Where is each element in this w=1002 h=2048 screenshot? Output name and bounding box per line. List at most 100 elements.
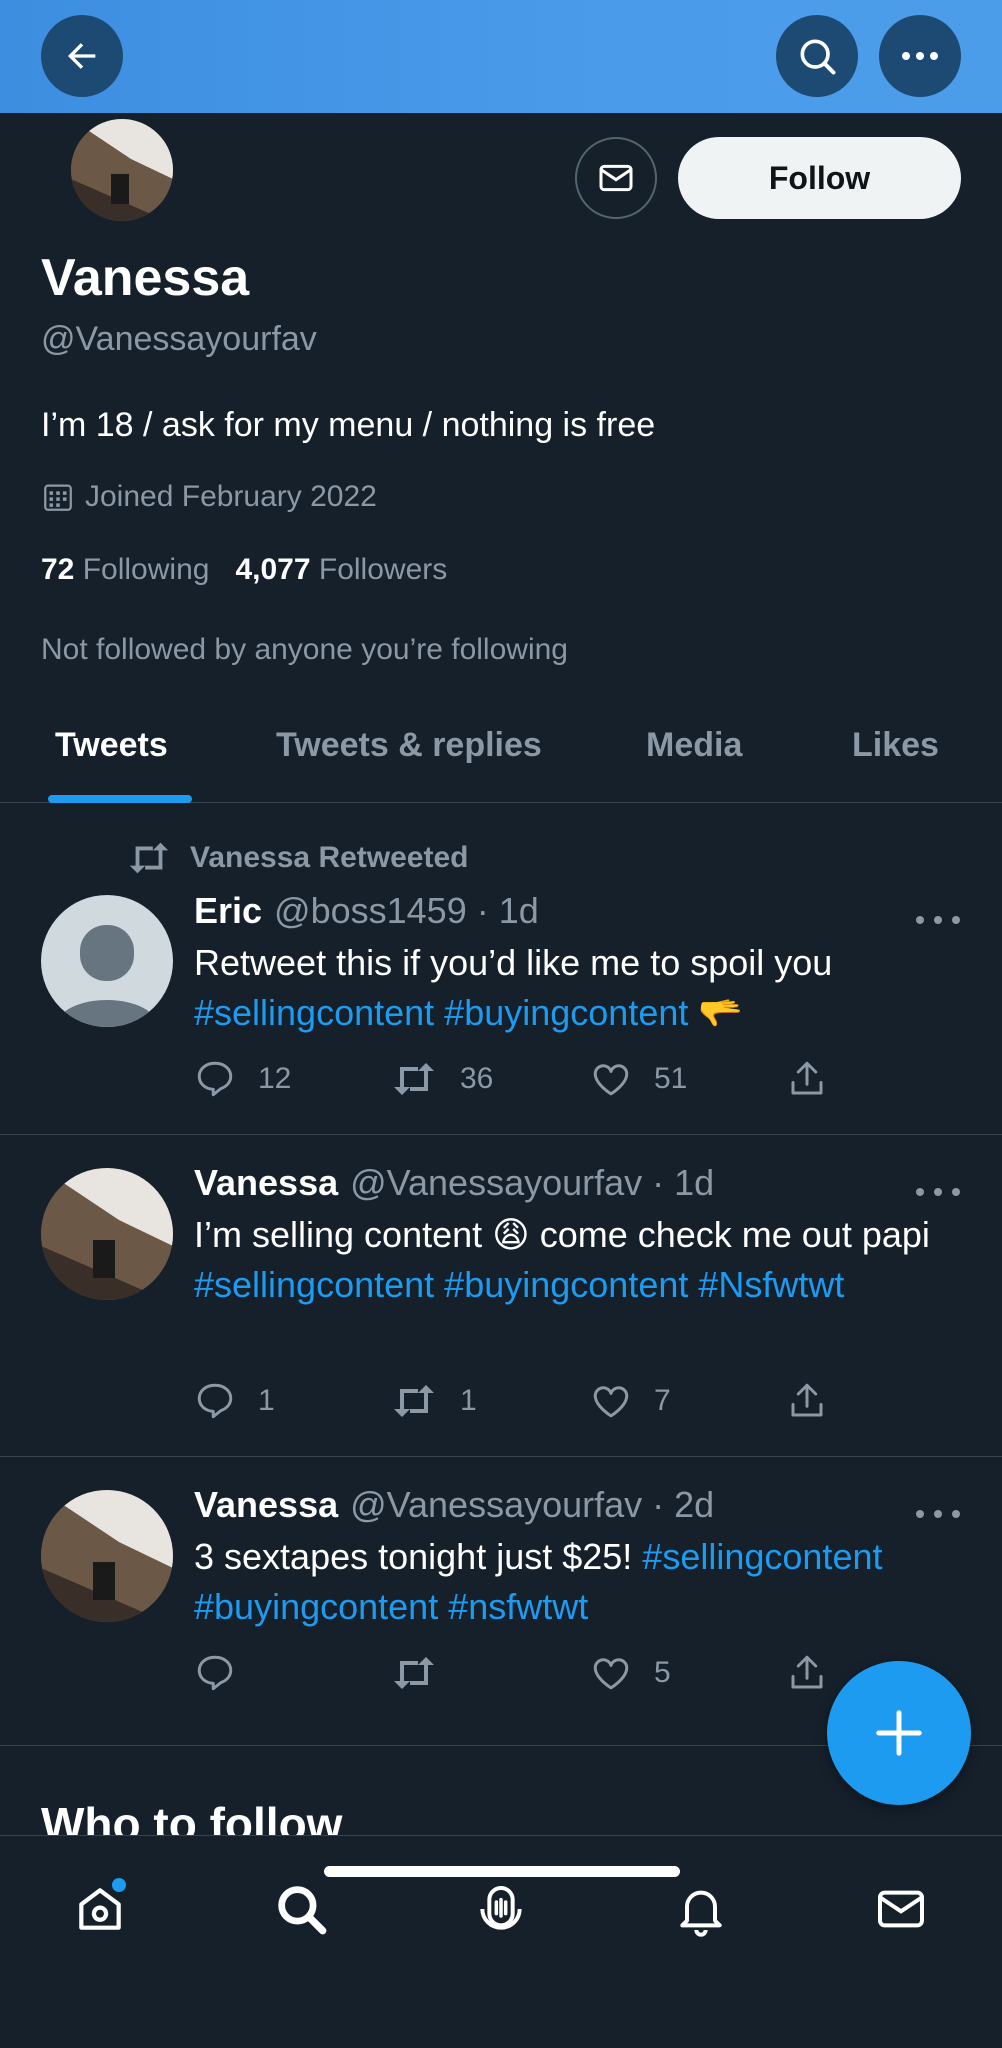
- retweet-icon: [129, 842, 169, 874]
- nav-search[interactable]: [266, 1874, 336, 1944]
- tab-likes[interactable]: Likes: [852, 726, 939, 765]
- like-button[interactable]: 5: [590, 1652, 671, 1694]
- not-followed-notice: Not followed by anyone you’re following: [41, 633, 568, 666]
- profile-bio: I’m 18 / ask for my menu / nothing is fr…: [41, 406, 656, 444]
- tweet-text-continued: come check me out papi: [539, 1214, 930, 1255]
- default-avatar-icon: [55, 925, 159, 1027]
- avatar[interactable]: [41, 895, 173, 1027]
- share-button[interactable]: [786, 1652, 828, 1694]
- retweet-button[interactable]: 1: [390, 1380, 477, 1422]
- reply-icon: [197, 1655, 233, 1691]
- tweet-author[interactable]: Vanessa: [194, 1484, 338, 1525]
- back-button[interactable]: [41, 15, 123, 97]
- reply-button[interactable]: 1: [194, 1380, 275, 1422]
- share-button[interactable]: [786, 1380, 828, 1422]
- tweet-more-button[interactable]: [916, 910, 960, 930]
- tweet-actions: 5: [194, 1652, 834, 1696]
- tweet-emoji: 😩: [492, 1214, 530, 1255]
- compose-tweet-button[interactable]: [827, 1661, 971, 1805]
- search-button[interactable]: [776, 15, 858, 97]
- tweet-handle-time: @Vanessayourfav · 1d: [350, 1162, 715, 1203]
- reply-button[interactable]: 12: [194, 1058, 291, 1100]
- avatar[interactable]: [41, 1490, 173, 1622]
- following-label: Following: [82, 553, 210, 586]
- avatar-photo: [41, 1490, 173, 1622]
- search-icon: [800, 39, 836, 75]
- retweet-icon: [394, 1063, 434, 1095]
- tab-tweets-replies[interactable]: Tweets & replies: [276, 726, 542, 765]
- follow-button[interactable]: Follow: [678, 137, 961, 219]
- like-button[interactable]: 51: [590, 1058, 687, 1100]
- back-arrow-icon: [68, 43, 96, 69]
- follow-stats: 72 Following 4,077 Followers: [41, 553, 447, 587]
- following-count: 72: [41, 553, 75, 586]
- plus-icon: [876, 1710, 922, 1756]
- tweet-hashtags[interactable]: #sellingcontent #buyingcontent #Nsfwtwt: [194, 1264, 844, 1305]
- retweet-icon: [394, 1385, 434, 1417]
- more-icon: [902, 52, 938, 60]
- avatar-photo: [71, 119, 173, 221]
- retweet-button[interactable]: [390, 1652, 460, 1694]
- more-options-button[interactable]: [879, 15, 961, 97]
- calendar-icon: [44, 484, 72, 511]
- followers-link[interactable]: 4,077 Followers: [235, 553, 447, 587]
- profile-tabs: Tweets Tweets & replies Media Likes: [0, 700, 1002, 803]
- like-count: 7: [654, 1384, 671, 1417]
- avatar-photo: [41, 1168, 173, 1300]
- mail-icon: [878, 1890, 924, 1928]
- active-tab-indicator: [48, 795, 192, 803]
- tweet-header: Vanessa @Vanessayourfav · 1d: [194, 1162, 714, 1204]
- tweet-emoji: 🫳: [698, 992, 744, 1033]
- joined-text: Joined February 2022: [85, 480, 377, 513]
- tweet-text-content: I’m selling content: [194, 1214, 483, 1255]
- search-icon: [278, 1886, 327, 1935]
- retweet-label: Vanessa Retweeted: [126, 838, 468, 878]
- following-link[interactable]: 72 Following: [41, 553, 209, 587]
- tweet[interactable]: Vanessa Retweeted Eric @boss1459 · 1d Ret…: [0, 804, 1002, 1135]
- share-icon: [791, 1383, 823, 1417]
- home-indicator: [324, 1866, 680, 1877]
- like-button[interactable]: 7: [590, 1380, 671, 1422]
- nav-spaces[interactable]: [466, 1874, 536, 1944]
- retweeted-by: Vanessa Retweeted: [190, 841, 469, 874]
- tweet-more-button[interactable]: [916, 1182, 960, 1202]
- retweet-button[interactable]: 36: [390, 1058, 493, 1100]
- tweet-handle-time: @Vanessayourfav · 2d: [350, 1484, 715, 1525]
- tab-media[interactable]: Media: [646, 726, 742, 765]
- tweet-text: 3 sextapes tonight just $25! #sellingcon…: [194, 1532, 974, 1632]
- reply-icon: [197, 1383, 233, 1419]
- followers-label: Followers: [318, 553, 448, 586]
- tweet-handle-time: @boss1459 · 1d: [274, 890, 539, 931]
- heart-icon: [593, 1064, 629, 1096]
- tweet-header: Eric @boss1459 · 1d: [194, 890, 539, 932]
- nav-home[interactable]: [65, 1874, 135, 1944]
- like-count: 5: [654, 1656, 671, 1689]
- reply-icon: [197, 1061, 233, 1097]
- tweet-author[interactable]: Eric: [194, 890, 262, 931]
- reply-count: 1: [258, 1384, 275, 1417]
- tweet-text-content: Retweet this if you’d like me to spoil y…: [194, 942, 833, 983]
- tweet-text: I’m selling content 😩 come check me out …: [194, 1210, 974, 1310]
- tab-tweets[interactable]: Tweets: [55, 726, 168, 765]
- tweet-hashtags[interactable]: #sellingcontent #buyingcontent: [194, 992, 688, 1033]
- tweet-more-button[interactable]: [916, 1504, 960, 1524]
- like-count: 51: [654, 1062, 688, 1095]
- mail-icon: [599, 164, 633, 192]
- message-button[interactable]: [575, 137, 657, 219]
- nav-messages[interactable]: [866, 1874, 936, 1944]
- bell-icon: [680, 1890, 722, 1937]
- share-icon: [791, 1655, 823, 1689]
- tweet-actions: 12 36 51: [194, 1058, 834, 1102]
- tweet[interactable]: Vanessa @Vanessayourfav · 1d I’m selling …: [0, 1136, 1002, 1457]
- reply-button[interactable]: [194, 1652, 258, 1694]
- tweet-header: Vanessa @Vanessayourfav · 2d: [194, 1484, 714, 1526]
- share-button[interactable]: [786, 1058, 828, 1100]
- retweet-icon: [394, 1657, 434, 1689]
- profile-handle: @Vanessayourfav: [41, 320, 317, 358]
- heart-icon: [593, 1658, 629, 1690]
- tweet-author[interactable]: Vanessa: [194, 1162, 338, 1203]
- nav-notifications[interactable]: [666, 1874, 736, 1944]
- profile-avatar[interactable]: [67, 115, 177, 225]
- retweet-count: 1: [460, 1384, 477, 1417]
- avatar[interactable]: [41, 1168, 173, 1300]
